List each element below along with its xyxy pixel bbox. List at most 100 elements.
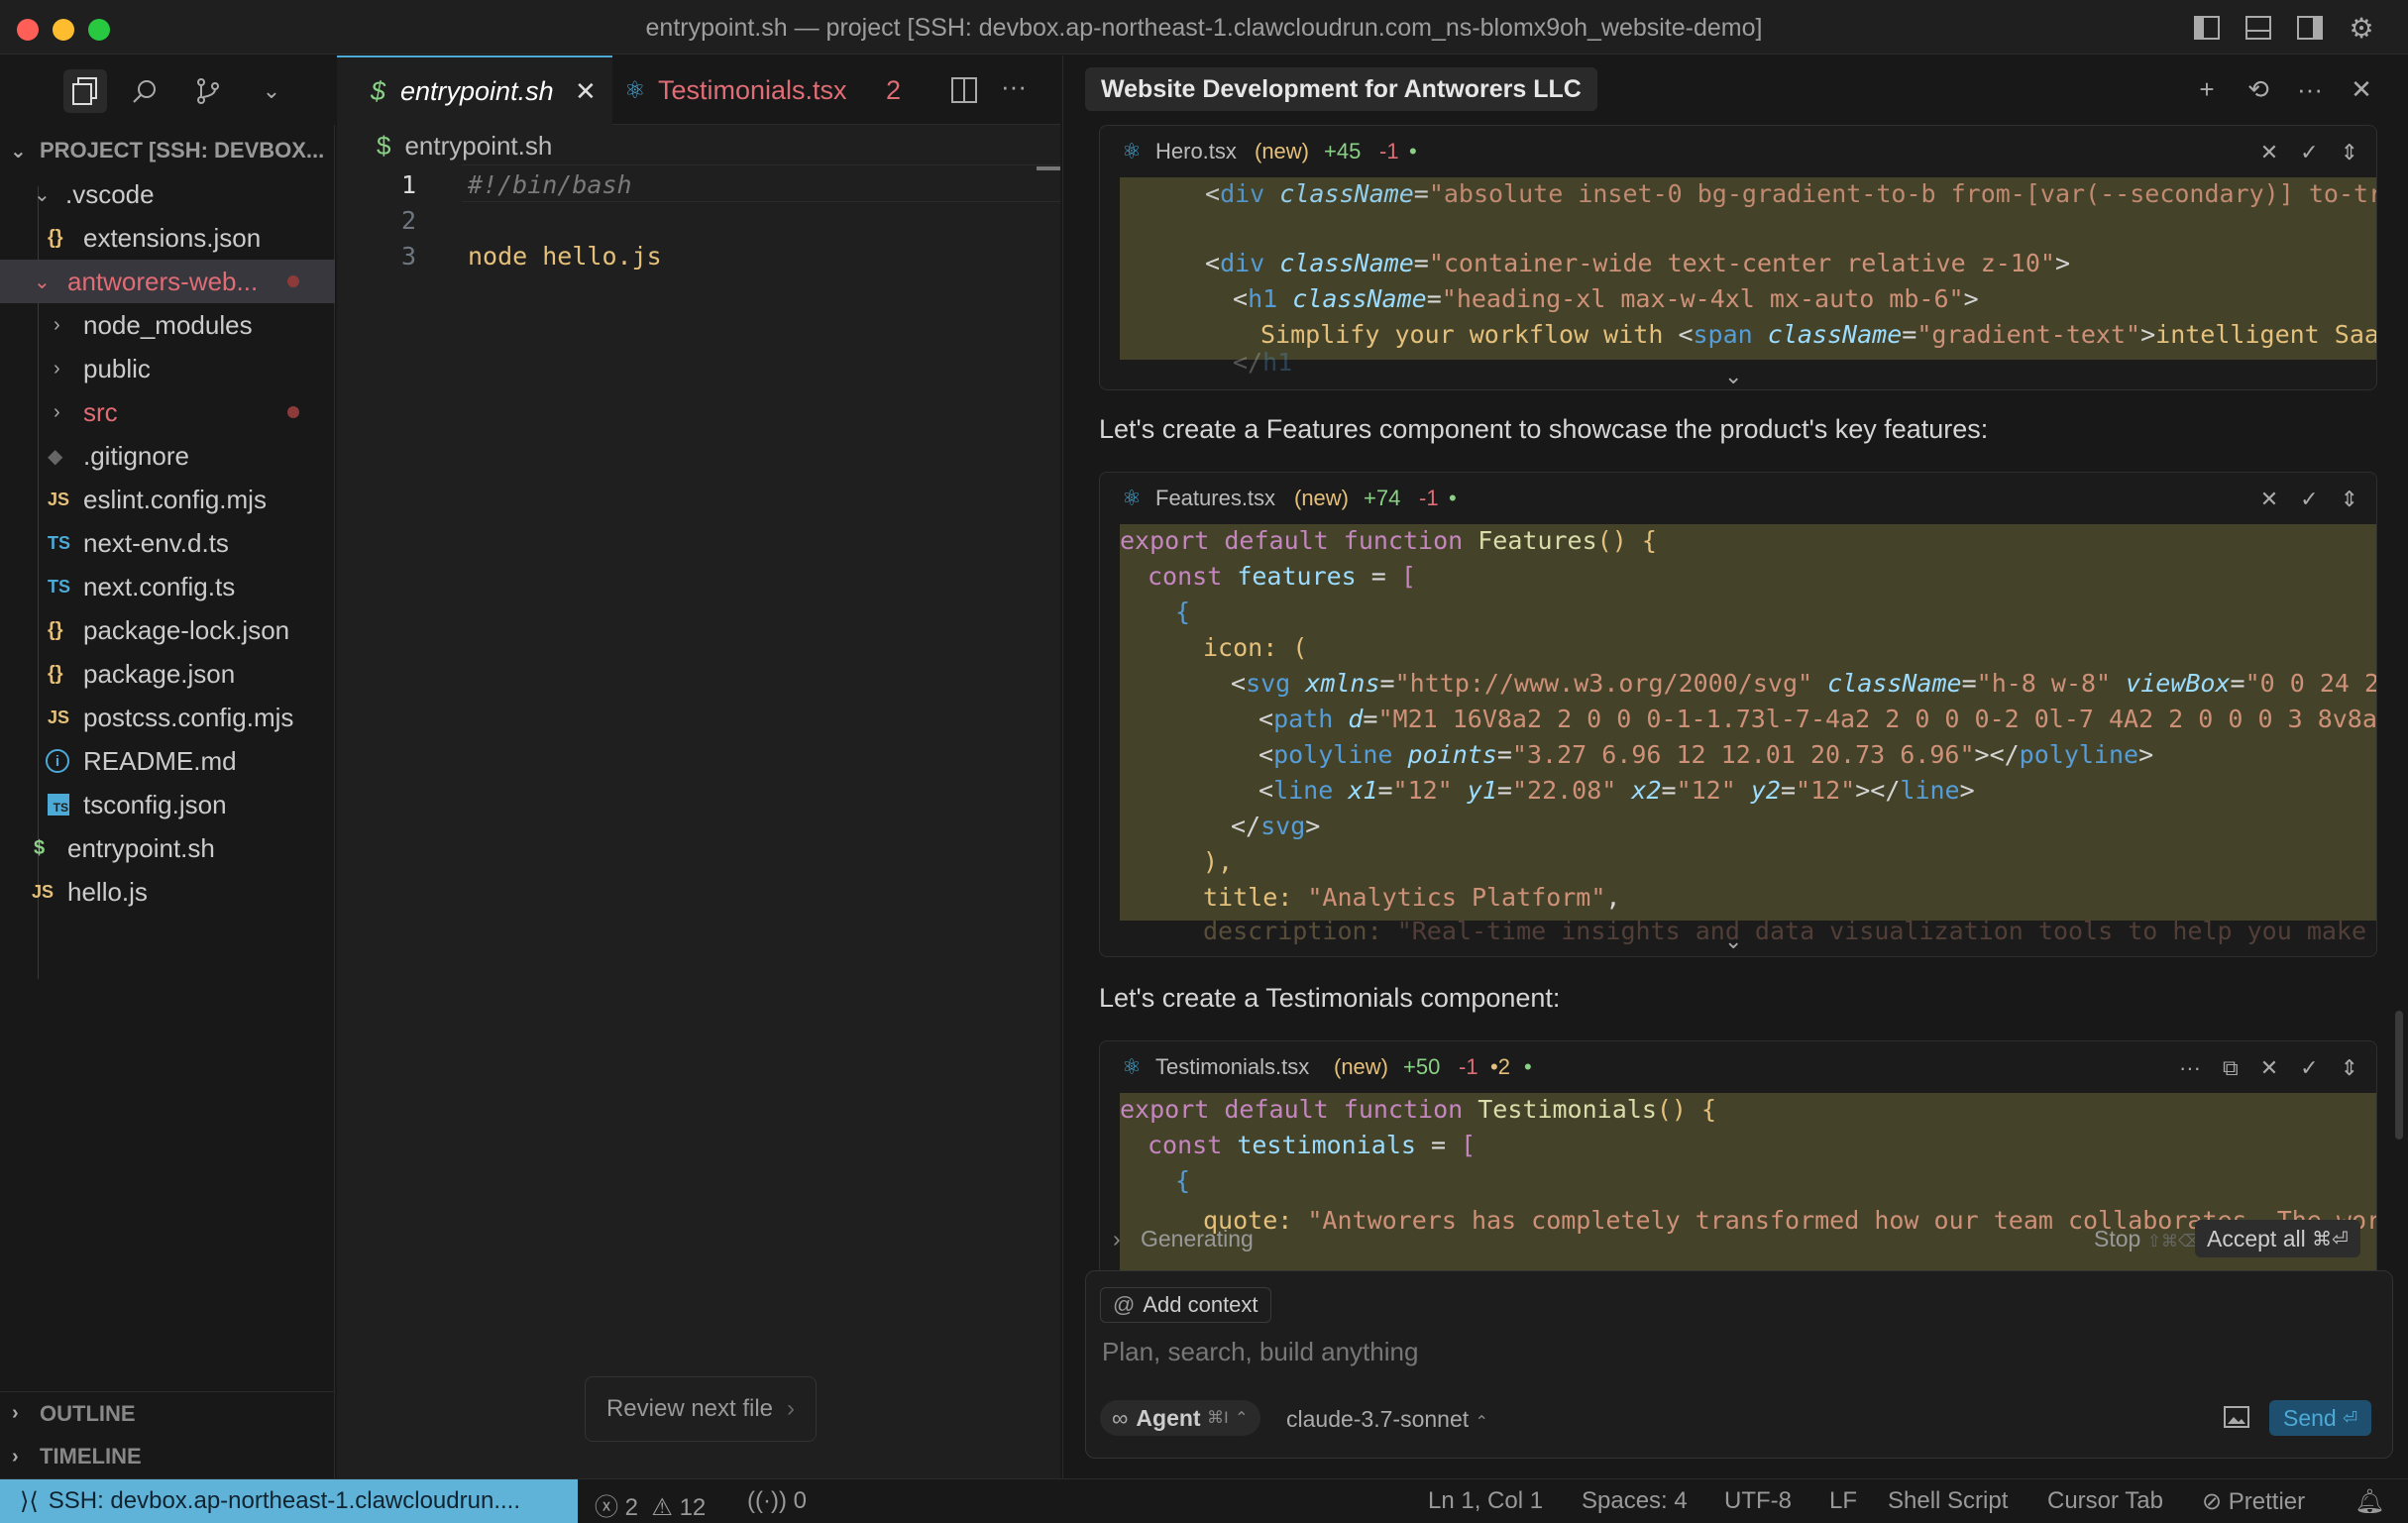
- error-count: •2: [1490, 1054, 1510, 1079]
- toggle-sidebar-icon[interactable]: [2192, 13, 2222, 43]
- expand-icon[interactable]: ⇕: [2341, 487, 2358, 512]
- ts-icon: TS: [48, 532, 71, 553]
- review-next-file-button[interactable]: Review next file ›: [585, 1376, 817, 1442]
- new-chat-icon[interactable]: +: [2191, 73, 2223, 105]
- prettier-label: Prettier: [2228, 1488, 2306, 1515]
- encoding[interactable]: UTF-8: [1724, 1487, 1792, 1515]
- expand-icon[interactable]: ⇕: [2341, 140, 2358, 165]
- language-mode[interactable]: Shell Script: [1888, 1487, 2008, 1515]
- file-package-json[interactable]: {} package.json: [0, 652, 335, 696]
- modified-dot: [287, 275, 299, 287]
- more-icon[interactable]: ···: [2179, 1055, 2201, 1081]
- agent-mode-selector[interactable]: ∞ Agent ⌘I ⌃: [1100, 1400, 1260, 1436]
- tree-item-label: next-env.d.ts: [83, 527, 229, 558]
- history-icon[interactable]: ⟲: [2243, 73, 2274, 105]
- reject-icon[interactable]: ✕: [2260, 487, 2278, 512]
- problems-indicator[interactable]: ⓧ 2 ⚠ 12: [595, 1487, 706, 1522]
- chevron-down-icon[interactable]: ⌄: [254, 73, 289, 109]
- prettier-indicator[interactable]: ⊘ Prettier: [2202, 1487, 2305, 1516]
- source-control-icon[interactable]: [190, 73, 226, 109]
- file-extensions-json[interactable]: {} extensions.json: [0, 216, 335, 260]
- file-eslint-config[interactable]: JS eslint.config.mjs: [0, 478, 335, 521]
- file-hello-js[interactable]: JS hello.js: [0, 870, 335, 914]
- project-header[interactable]: ⌄ PROJECT [SSH: DEVBOX...: [0, 129, 335, 172]
- file-status: (new): [1334, 1054, 1389, 1079]
- file-next-config[interactable]: TS next.config.ts: [0, 565, 335, 608]
- breadcrumb[interactable]: $ entrypoint.sh: [377, 131, 552, 162]
- chat-scrollbar[interactable]: [2395, 1011, 2403, 1140]
- send-button[interactable]: Send ⏎: [2269, 1400, 2372, 1436]
- chevron-up-icon: ⌃: [1475, 1414, 1488, 1431]
- accept-check-icon[interactable]: ✓: [2300, 140, 2318, 165]
- tree-item-label: .gitignore: [83, 440, 189, 471]
- explorer-files-icon[interactable]: [63, 69, 107, 113]
- chevron-right-icon[interactable]: ›: [1113, 1226, 1121, 1252]
- file-entrypoint-sh[interactable]: $ entrypoint.sh: [0, 826, 335, 870]
- folder-vscode[interactable]: ⌄ .vscode: [0, 172, 335, 216]
- line-number: 2: [400, 206, 416, 235]
- tree-item-label: antworers-web...: [67, 266, 259, 296]
- error-count-badge: 2: [886, 74, 902, 105]
- minimap-slider[interactable]: [1037, 166, 1060, 170]
- stop-button[interactable]: Stop ⇧⌘⌫: [2094, 1226, 2202, 1252]
- warning-count: 12: [679, 1494, 707, 1521]
- copy-icon[interactable]: ⧉: [2223, 1055, 2239, 1081]
- file-next-env[interactable]: TS next-env.d.ts: [0, 521, 335, 565]
- remote-label: SSH: devbox.ap-northeast-1.clawcloudrun.…: [48, 1487, 520, 1514]
- cursor-position[interactable]: Ln 1, Col 1: [1428, 1487, 1543, 1515]
- ports-indicator[interactable]: ((·)) 0: [747, 1487, 807, 1515]
- reject-icon[interactable]: ✕: [2260, 140, 2278, 165]
- chat-input[interactable]: Plan, search, build anything: [1102, 1337, 1418, 1367]
- code-block-header[interactable]: ⚛ Features.tsx (new) +74 -1 • ✕ ✓ ⇕: [1100, 473, 2376, 524]
- folder-public[interactable]: › public: [0, 347, 335, 390]
- folder-antworers-web[interactable]: ⌄ antworers-web...: [0, 260, 335, 303]
- file-gitignore[interactable]: ◆ .gitignore: [0, 434, 335, 478]
- chat-title[interactable]: Website Development for Antworers LLC: [1085, 67, 1597, 111]
- tab-entrypoint-sh[interactable]: $ entrypoint.sh ✕: [337, 55, 612, 125]
- file-package-lock[interactable]: {} package-lock.json: [0, 608, 335, 652]
- expand-chevron-icon[interactable]: ⌄: [1724, 928, 1742, 954]
- status-dot: •: [1524, 1054, 1532, 1079]
- code-line[interactable]: #!/bin/bash: [468, 170, 632, 199]
- tree-item-label: postcss.config.mjs: [83, 702, 294, 732]
- folder-node-modules[interactable]: › node_modules: [0, 303, 335, 347]
- lines-removed: -1: [1379, 139, 1399, 163]
- expand-icon[interactable]: ⇕: [2341, 1055, 2358, 1081]
- add-context-button[interactable]: @ Add context: [1100, 1287, 1271, 1323]
- accept-all-button[interactable]: Accept all ⌘⏎: [2195, 1220, 2360, 1257]
- end-of-line[interactable]: LF: [1829, 1487, 1857, 1515]
- tree-item-label: .vscode: [65, 178, 155, 209]
- more-options-icon[interactable]: ···: [2294, 73, 2326, 105]
- indentation[interactable]: Spaces: 4: [1582, 1487, 1688, 1515]
- timeline-section[interactable]: › TIMELINE: [0, 1435, 335, 1478]
- more-actions-icon[interactable]: ···: [1001, 71, 1027, 102]
- reject-icon[interactable]: ✕: [2260, 1055, 2278, 1081]
- close-panel-icon[interactable]: ✕: [2346, 73, 2377, 105]
- outline-section[interactable]: › OUTLINE: [0, 1391, 335, 1435]
- notifications-bell-icon[interactable]: 🔔︎: [2354, 1487, 2384, 1516]
- file-postcss-config[interactable]: JS postcss.config.mjs: [0, 696, 335, 739]
- folder-src[interactable]: › src: [0, 390, 335, 434]
- code-line[interactable]: node hello.js: [468, 242, 662, 271]
- line-number: 3: [400, 242, 416, 271]
- image-upload-icon[interactable]: [2224, 1406, 2251, 1430]
- file-tsconfig[interactable]: TS tsconfig.json: [0, 783, 335, 826]
- settings-gear-icon[interactable]: ⚙: [2347, 13, 2376, 44]
- expand-chevron-icon[interactable]: ⌄: [1724, 364, 1742, 389]
- split-editor-icon[interactable]: [951, 77, 977, 103]
- close-tab-icon[interactable]: ✕: [575, 76, 597, 107]
- code-block-header[interactable]: ⚛ Testimonials.tsx (new) +50 -1 •2 • ···…: [1100, 1041, 2376, 1093]
- cursor-tab[interactable]: Cursor Tab: [2047, 1487, 2163, 1515]
- accept-check-icon[interactable]: ✓: [2300, 487, 2318, 512]
- model-selector[interactable]: claude-3.7-sonnet ⌃: [1286, 1406, 1488, 1433]
- remote-indicator[interactable]: ⟩⟨ SSH: devbox.ap-northeast-1.clawcloudru…: [0, 1479, 578, 1523]
- code-block-header[interactable]: ⚛ Hero.tsx (new) +45 -1 • ✕ ✓ ⇕: [1100, 126, 2376, 177]
- file-readme[interactable]: i README.md: [0, 739, 335, 783]
- toggle-panel-icon[interactable]: [2244, 13, 2273, 43]
- accept-check-icon[interactable]: ✓: [2300, 1055, 2318, 1081]
- tab-testimonials-tsx[interactable]: ⚛ Testimonials.tsx 2: [614, 55, 922, 125]
- assistant-message: Let's create a Testimonials component:: [1099, 983, 1561, 1013]
- search-icon[interactable]: [127, 73, 163, 109]
- accept-all-shortcut: ⌘⏎: [2312, 1228, 2349, 1251]
- toggle-secondary-sidebar-icon[interactable]: [2295, 13, 2325, 43]
